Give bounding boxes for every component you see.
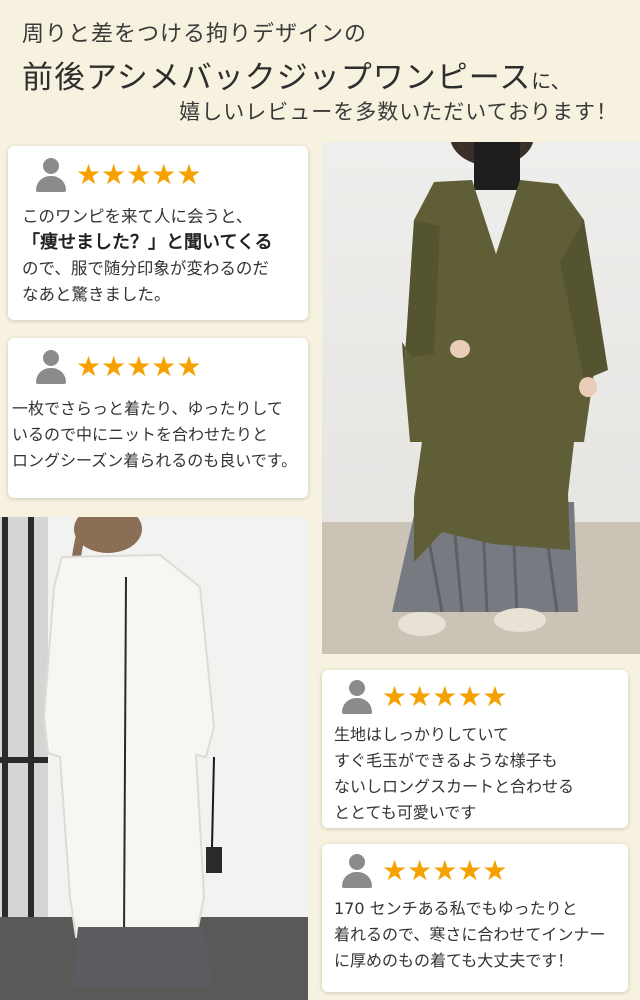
five-star-rating-icon: ★★★★★ <box>382 680 508 713</box>
review-text-4: 170 センチある私でもゆったりと 着れるので、寒さに合わせてインナー に厚めの… <box>334 896 605 974</box>
header-line-2: 前後アシメバックジップワンピースに、 <box>22 52 571 97</box>
review-rating: ★★★★★ <box>34 350 202 384</box>
review-line: 着れるので、寒さに合わせてインナー <box>334 925 606 944</box>
review-line: ロングシーズン着られるのも良いです。 <box>12 451 298 470</box>
review-line: ので、服で随分印象が変わるのだ <box>22 259 269 278</box>
five-star-rating-icon: ★★★★★ <box>382 854 508 887</box>
review-card-2: ★★★★★ 一枚でさらっと着たり、ゆったりして いるので中にニットを合わせたりと… <box>8 338 308 498</box>
user-avatar-icon <box>34 158 68 192</box>
review-text-3: 生地はしっかりしていて すぐ毛玉ができるような様子も ないしロングスカートと合わ… <box>334 722 574 826</box>
header-line-1: 周りと差をつける拘りデザインの <box>22 22 368 47</box>
review-line-highlight: 「痩せました？」と聞いてくる <box>22 232 273 253</box>
review-rating: ★★★★★ <box>34 158 202 192</box>
header: 周りと差をつける拘りデザインの 前後アシメバックジップワンピースに、 嬉しいレビ… <box>0 0 640 140</box>
product-photo-front <box>322 142 640 654</box>
product-photo-back <box>0 517 308 1000</box>
user-avatar-icon <box>34 350 68 384</box>
review-text-1: このワンピを来て人に会うと、 「痩せました？」と聞いてくる ので、服で随分印象が… <box>22 204 273 308</box>
header-line-3: 嬉しいレビューを多数いただいております！ <box>179 100 618 124</box>
five-star-rating-icon: ★★★★★ <box>76 350 202 383</box>
review-line: このワンピを来て人に会うと、 <box>22 207 253 226</box>
review-line: 170 センチある私でもゆったりと <box>334 899 578 918</box>
review-line: ないしロングスカートと合わせる <box>334 777 575 796</box>
review-line: いるので中にニットを合わせたりと <box>12 425 269 444</box>
review-rating: ★★★★★ <box>340 680 508 714</box>
product-name: 前後アシメバックジップワンピース <box>22 60 532 96</box>
review-line: ととても可愛いです <box>334 803 477 822</box>
review-text-2: 一枚でさらっと着たり、ゆったりして いるので中にニットを合わせたりと ロングシー… <box>12 396 297 474</box>
review-card-1: ★★★★★ このワンピを来て人に会うと、 「痩せました？」と聞いてくる ので、服… <box>8 146 308 320</box>
review-line: すぐ毛玉ができるような様子も <box>334 751 558 770</box>
review-line: に厚めのもの着ても大丈夫です！ <box>334 951 574 970</box>
review-card-3: ★★★★★ 生地はしっかりしていて すぐ毛玉ができるような様子も ないしロングス… <box>322 670 628 828</box>
five-star-rating-icon: ★★★★★ <box>76 158 202 191</box>
header-line-2-suffix: に、 <box>531 69 571 93</box>
review-line: 生地はしっかりしていて <box>334 725 510 744</box>
review-card-4: ★★★★★ 170 センチある私でもゆったりと 着れるので、寒さに合わせてインナ… <box>322 844 628 992</box>
user-avatar-icon <box>340 680 374 714</box>
review-line: なあと驚きました。 <box>22 285 171 304</box>
review-rating: ★★★★★ <box>340 854 508 888</box>
user-avatar-icon <box>340 854 374 888</box>
review-line: 一枚でさらっと着たり、ゆったりして <box>12 399 283 418</box>
